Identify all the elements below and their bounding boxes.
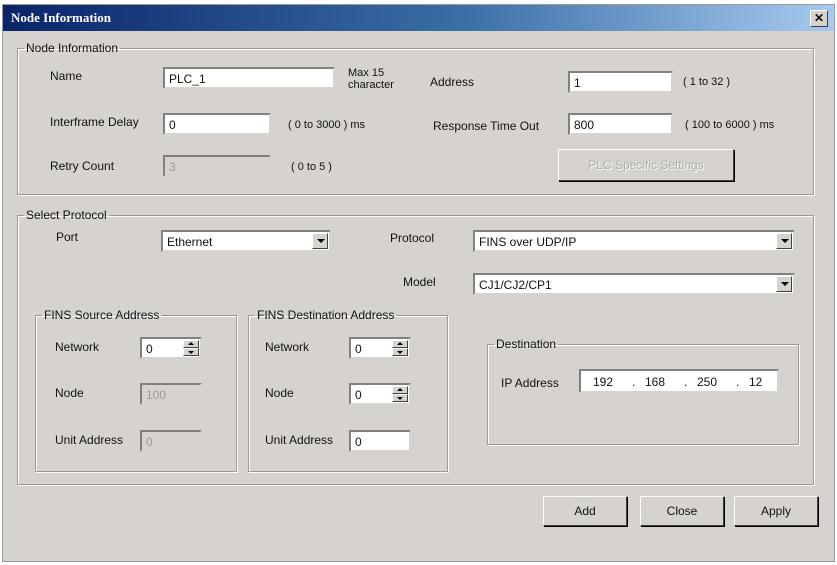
protocol-label: Protocol — [390, 231, 435, 245]
spinner-icon[interactable] — [183, 340, 199, 356]
port-select[interactable]: Ethernet — [161, 230, 331, 252]
chevron-down-icon[interactable] — [312, 233, 328, 249]
address-input[interactable]: 1 — [568, 71, 673, 93]
spinner-icon[interactable] — [392, 340, 408, 356]
retry-count-label: Retry Count — [50, 159, 115, 173]
interframe-delay-input[interactable]: 0 — [163, 113, 271, 135]
select-protocol-legend: Select Protocol — [26, 208, 107, 222]
node-information-legend: Node Information — [26, 41, 119, 55]
port-label: Port — [56, 230, 79, 244]
source-network-value: 0 — [146, 342, 153, 356]
ip-dot: . — [632, 375, 636, 389]
interframe-delay-hint: ( 0 to 3000 ) ms — [288, 119, 366, 131]
model-value: CJ1/CJ2/CP1 — [479, 278, 552, 292]
window-title: Node Information — [11, 10, 112, 25]
name-label: Name — [50, 69, 83, 83]
node-information-dialog: Node Information ✕ Node Information Name… — [2, 4, 835, 562]
chevron-down-icon[interactable] — [776, 276, 792, 292]
fins-destination-legend: FINS Destination Address — [257, 308, 395, 322]
ip-octet-4[interactable]: 12 — [749, 374, 762, 390]
ip-octet-1[interactable]: 192 — [593, 374, 613, 390]
dest-network-label: Network — [265, 340, 310, 354]
dest-network-stepper[interactable]: 0 — [349, 337, 411, 359]
model-select[interactable]: CJ1/CJ2/CP1 — [473, 273, 795, 295]
model-label: Model — [403, 275, 436, 289]
plc-specific-settings-button: PLC Specific Settings — [558, 149, 734, 181]
dest-unit-address-input[interactable]: 0 — [349, 430, 411, 452]
source-unit-address-label: Unit Address — [55, 433, 124, 447]
interframe-delay-label: Interframe Delay — [50, 115, 139, 129]
ip-address-label: IP Address — [501, 376, 559, 390]
source-node-label: Node — [55, 386, 84, 400]
ip-dot: . — [736, 375, 740, 389]
name-input[interactable]: PLC_1 — [163, 67, 335, 89]
ip-address-field[interactable]: 192 . 168 . 250 . 12 — [579, 369, 779, 393]
port-value: Ethernet — [167, 235, 213, 249]
ip-octet-2[interactable]: 168 — [645, 374, 665, 390]
destination-legend: Destination — [496, 337, 557, 351]
name-hint: Max 15 character — [348, 67, 394, 91]
source-network-label: Network — [55, 340, 100, 354]
add-button[interactable]: Add — [543, 496, 627, 526]
response-timeout-hint: ( 100 to 6000 ) ms — [685, 119, 775, 131]
retry-count-hint: ( 0 to 5 ) — [291, 161, 332, 173]
response-timeout-label: Response Time Out — [433, 119, 540, 133]
dest-node-label: Node — [265, 386, 294, 400]
apply-button[interactable]: Apply — [734, 496, 818, 526]
dest-node-stepper[interactable]: 0 — [349, 383, 411, 405]
dest-network-value: 0 — [355, 342, 362, 356]
dest-unit-address-label: Unit Address — [265, 433, 334, 447]
source-node-input: 100 — [140, 383, 202, 405]
address-label: Address — [430, 75, 475, 89]
ip-octet-3[interactable]: 250 — [697, 374, 717, 390]
ip-dot: . — [684, 375, 688, 389]
close-button[interactable]: Close — [640, 496, 724, 526]
source-network-stepper[interactable]: 0 — [140, 337, 202, 359]
protocol-select[interactable]: FINS over UDP/IP — [473, 230, 795, 252]
spinner-icon[interactable] — [392, 386, 408, 402]
protocol-value: FINS over UDP/IP — [479, 235, 577, 249]
dest-node-value: 0 — [355, 388, 362, 402]
title-bar[interactable]: Node Information ✕ — [3, 5, 834, 31]
source-unit-address-input: 0 — [140, 430, 202, 452]
retry-count-input: 3 — [163, 155, 271, 177]
close-icon[interactable]: ✕ — [810, 10, 828, 27]
address-hint: ( 1 to 32 ) — [683, 76, 731, 88]
fins-source-legend: FINS Source Address — [44, 308, 160, 322]
chevron-down-icon[interactable] — [776, 233, 792, 249]
response-timeout-input[interactable]: 800 — [568, 113, 673, 135]
